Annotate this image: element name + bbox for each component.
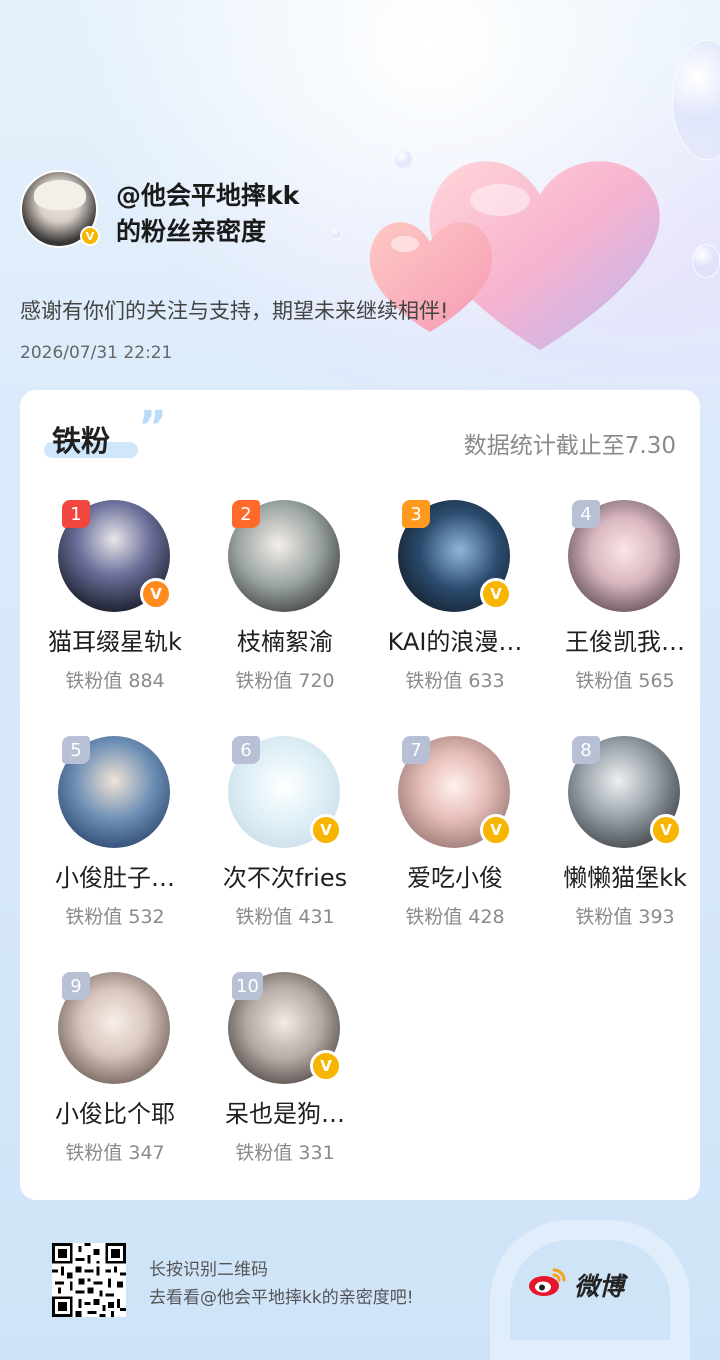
thanks-message: 感谢有你们的关注与支持，期望未来继续相伴! xyxy=(20,299,449,323)
footer: 长按识别二维码 去看看@他会平地摔kk的亲密度吧! 微博 xyxy=(0,1200,720,1360)
fan-nickname[interactable]: 爱吃小俊 xyxy=(370,858,540,893)
fan-avatar-wrap: 6V xyxy=(200,736,370,856)
rank-badge: 10 xyxy=(232,972,263,1000)
fan-score: 铁粉值 884 xyxy=(65,670,165,692)
rank-badge: 7 xyxy=(402,736,430,764)
rank-badge: 5 xyxy=(62,736,90,764)
fan-score: 铁粉值 347 xyxy=(65,1142,165,1164)
iron-fans-card: 铁粉 ” 数据统计截止至7.30 1 V 猫耳缀星轨k 铁粉值 884 2 枝楠絮渝 铁粉值… xyxy=(20,390,700,1200)
fan-score: 铁粉值 532 xyxy=(65,906,165,928)
verified-badge-icon: V xyxy=(310,1050,342,1082)
fan-score: 铁粉值 428 xyxy=(405,906,505,928)
fan-nickname[interactable]: 次不次fries xyxy=(200,858,370,893)
verified-badge-icon: V xyxy=(310,814,342,846)
avatar-hair-shape xyxy=(34,180,86,210)
fan-score: 铁粉值 393 xyxy=(575,906,675,928)
card-title-block: 铁粉 ” xyxy=(44,402,167,464)
visit-hint: 去看看@他会平地摔kk的亲密度吧! xyxy=(149,1288,414,1308)
verified-badge-icon: V xyxy=(140,578,172,610)
fan-item[interactable]: 7 V 爱吃小俊 铁粉值 428 xyxy=(370,736,540,946)
fan-avatar-wrap: 8V xyxy=(540,736,710,856)
fan-item[interactable]: 4 王俊凯我… 铁粉值 565 xyxy=(540,500,710,710)
fan-item[interactable]: 1 V 猫耳缀星轨k 铁粉值 884 xyxy=(30,500,200,710)
fan-item[interactable]: 2 枝楠絮渝铁粉值 720 xyxy=(200,500,370,710)
fan-avatar-wrap: 10 V xyxy=(200,972,370,1092)
bubble-decoration xyxy=(692,244,720,278)
fan-nickname[interactable]: 小俊比个耶 xyxy=(30,1094,200,1129)
fan-item[interactable]: 10 V 呆也是狗… 铁粉值 331 xyxy=(200,972,370,1182)
fan-item[interactable]: 5 小俊肚子… 铁粉值 532 xyxy=(30,736,200,946)
fan-nickname[interactable]: 王俊凯我… xyxy=(540,622,710,657)
weibo-brand-text: 微博 xyxy=(574,1272,625,1301)
fan-nickname[interactable]: 小俊肚子… xyxy=(30,858,200,893)
fan-nickname[interactable]: 枝楠絮渝 xyxy=(200,622,370,657)
rank-badge: 2 xyxy=(232,500,260,528)
verified-badge-icon: V xyxy=(480,578,512,610)
fan-avatar-wrap: 1V xyxy=(30,500,200,620)
page-title: 的粉丝亲密度 xyxy=(116,217,267,246)
data-cutoff-note: 数据统计截止至7.30 xyxy=(463,433,676,459)
fan-avatar-wrap: 2 xyxy=(200,500,370,620)
timestamp: 2026/07/31 22:21 xyxy=(20,343,173,363)
rank-badge: 8 xyxy=(572,736,600,764)
rank-badge: 3 xyxy=(402,500,430,528)
profile-name[interactable]: @他会平地摔kk xyxy=(116,176,299,212)
scan-hint: 长按识别二维码 xyxy=(149,1260,268,1280)
verified-badge-icon: V xyxy=(650,814,682,846)
fan-nickname[interactable]: 懒懒猫堡kk xyxy=(540,858,710,893)
verified-badge-icon: V xyxy=(80,226,100,246)
profile-header: V @他会平地摔kk 的粉丝亲密度 xyxy=(20,170,420,250)
fan-item[interactable]: 3 V KAI的浪漫… 铁粉值 633 xyxy=(370,500,540,710)
fan-avatar-wrap: 3V xyxy=(370,500,540,620)
fan-nickname[interactable]: KAI的浪漫… xyxy=(370,622,540,657)
fan-score: 铁粉值 431 xyxy=(235,906,335,928)
fan-score: 铁粉值 720 xyxy=(235,670,335,692)
fan-score: 铁粉值 331 xyxy=(235,1142,335,1164)
card-title: 铁粉 xyxy=(52,424,111,458)
qr-code-icon[interactable] xyxy=(52,1243,126,1317)
rank-badge: 4 xyxy=(572,500,600,528)
rank-badge: 6 xyxy=(232,736,260,764)
fan-nickname[interactable]: 呆也是狗… xyxy=(200,1094,370,1129)
fan-score: 铁粉值 565 xyxy=(575,670,675,692)
fan-score: 铁粉值 633 xyxy=(405,670,505,692)
fan-avatar-wrap: 4 xyxy=(540,500,710,620)
rank-badge: 1 xyxy=(62,500,90,528)
fan-avatar-wrap: 7V xyxy=(370,736,540,856)
fan-avatar-wrap: 9 xyxy=(30,972,200,1092)
quote-mark-icon: ” xyxy=(138,402,167,453)
fan-avatar-wrap: 5 xyxy=(30,736,200,856)
fan-item[interactable]: 6 V 次不次fries 铁粉值 431 xyxy=(200,736,370,946)
verified-badge-icon: V xyxy=(480,814,512,846)
fan-nickname[interactable]: 猫耳缀星轨k xyxy=(30,622,200,657)
weibo-logo-icon xyxy=(529,1268,566,1296)
rank-badge: 9 xyxy=(62,972,90,1000)
fan-item[interactable]: 8 V 懒懒猫堡kk 铁粉值 393 xyxy=(540,736,710,946)
fan-item[interactable]: 9 小俊比个耶铁粉值 347 xyxy=(30,972,200,1182)
